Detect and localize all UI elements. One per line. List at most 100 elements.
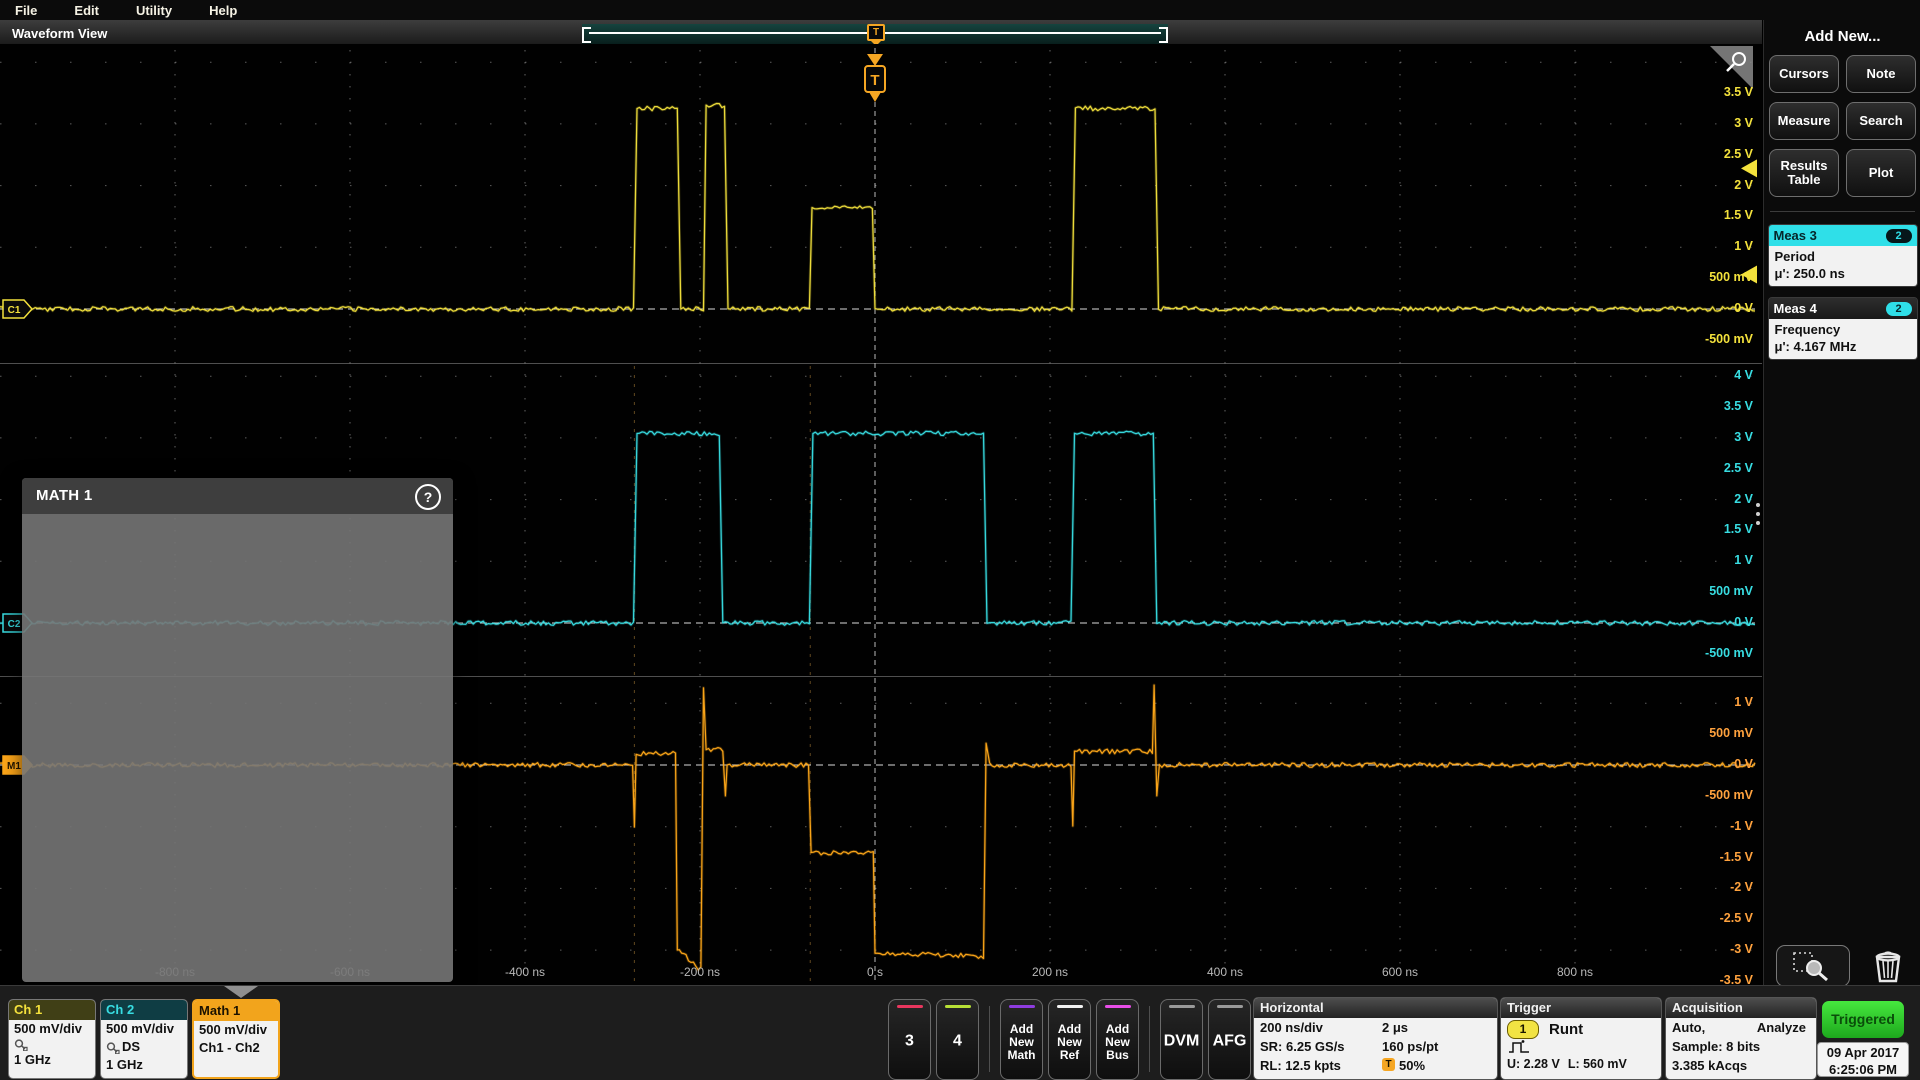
trigger-marker-arrow [867, 54, 883, 66]
trigger-marker-tail [869, 92, 881, 102]
button-label: Add New Math [1001, 1022, 1042, 1061]
menu-item-edit[interactable]: Edit [74, 3, 99, 18]
trigger-position-marker-top[interactable]: T [867, 24, 883, 44]
channel-badge-line: Ch1 - Ch2 [194, 1039, 278, 1057]
menu-bar: File Edit Utility Help [0, 0, 1920, 20]
add-new-plot-button[interactable]: Plot [1846, 149, 1916, 197]
button-color-stripe [945, 1005, 971, 1008]
probe-icon [14, 1038, 28, 1051]
horizontal-panel[interactable]: Horizontal 200 ns/div2 μsSR: 6.25 GS/s16… [1253, 997, 1498, 1080]
delete-trash-icon[interactable] [1871, 947, 1905, 985]
measurement-body: Periodμ': 250.0 ns [1769, 246, 1917, 286]
horizontal-row: RL: 12.5 kptsT50% [1254, 1056, 1497, 1075]
button-label: Add New Ref [1049, 1022, 1090, 1061]
dialog-callout-pointer [224, 986, 258, 998]
menu-item-help[interactable]: Help [209, 3, 237, 18]
x-axis-tick: -200 ns [665, 965, 735, 979]
channel-handle-label: C2 [8, 619, 21, 630]
y-axis-tick-ch1: 3.5 V [1679, 85, 1753, 99]
add-new-note-button[interactable]: Note [1846, 55, 1916, 93]
trigger-t-icon: T [867, 24, 885, 41]
y-axis-tick-math: 1 V [1679, 695, 1753, 709]
button-add-new-ref[interactable]: Add New Ref [1048, 999, 1091, 1080]
add-new-measure-button[interactable]: Measure [1769, 102, 1839, 140]
panel-divider-grip[interactable] [1753, 498, 1762, 530]
horizontal-row: 200 ns/div2 μs [1254, 1018, 1497, 1037]
x-axis-tick: 800 ns [1540, 965, 1610, 979]
ch1-trace[interactable] [0, 104, 1755, 312]
acquisition-title: Acquisition [1666, 998, 1816, 1018]
y-axis-tick-ch1: 3 V [1679, 116, 1753, 130]
measurement-header: Meas 32 [1769, 225, 1917, 246]
zoom-tool-button[interactable] [1776, 945, 1850, 987]
acq-sample: Sample: 8 bits [1666, 1037, 1816, 1056]
x-axis-tick: 400 ns [1190, 965, 1260, 979]
trigger-panel[interactable]: Trigger 1 Runt U: 2.28 V L: 560 mV [1500, 997, 1662, 1080]
button-add-new-math[interactable]: Add New Math [1000, 999, 1043, 1080]
y-axis-tick-ch1: 2.5 V [1679, 147, 1753, 161]
y-axis-tick-math: -2 V [1679, 880, 1753, 894]
button-color-stripe [1057, 1005, 1083, 1008]
oscilloscope-app: FileEditUtilityHelp Waveform View T TC1C… [0, 0, 1920, 1080]
dialog-header[interactable]: MATH 1 ? [22, 478, 453, 514]
overview-right-bracket [1159, 27, 1168, 43]
measurement-count-badge: 2 [1886, 229, 1912, 243]
button-color-stripe [1105, 1005, 1131, 1008]
measurement-type: Period [1775, 248, 1911, 265]
button-color-stripe [1169, 1005, 1195, 1008]
y-axis-tick-ch2: 0 V [1679, 615, 1753, 629]
trigger-upper-level: U: 2.28 V [1507, 1055, 1560, 1074]
channel-handle-label: M1 [7, 761, 21, 772]
horizontal-value: 200 ns/div [1260, 1018, 1382, 1037]
channel-badge-math1[interactable]: Math 1500 mV/divCh1 - Ch2 [192, 999, 280, 1079]
add-new-cursors-button[interactable]: Cursors [1769, 55, 1839, 93]
acq-count: 3.385 kAcqs [1666, 1056, 1816, 1075]
add-new-search-button[interactable]: Search [1846, 102, 1916, 140]
measurement-badge[interactable]: Meas 32Periodμ': 250.0 ns [1768, 224, 1918, 287]
button-color-stripe [897, 1005, 923, 1008]
bottom-settings-bar: Ch 1500 mV/div1 GHzCh 2500 mV/divDS1 GHz… [0, 985, 1920, 1080]
button-label: DVM [1161, 1034, 1202, 1047]
button-afg[interactable]: AFG [1208, 999, 1251, 1080]
trigger-level-arrow[interactable] [1741, 159, 1757, 177]
channel-badge-header: Ch 2 [101, 1000, 187, 1020]
channel-badge-line: 500 mV/div [9, 1020, 95, 1038]
overview-left-bracket [582, 27, 591, 43]
menu-item-file[interactable]: File [15, 3, 37, 18]
button-label: 4 [937, 1034, 978, 1047]
y-axis-tick-math: -1 V [1679, 819, 1753, 833]
runt-pulse-icon [1501, 1039, 1661, 1055]
x-axis-tick: 200 ns [1015, 965, 1085, 979]
sidebar-separator [1770, 211, 1915, 212]
horizontal-overview-bar[interactable]: T [582, 24, 1168, 44]
button-4[interactable]: 4 [936, 999, 979, 1080]
button-3[interactable]: 3 [888, 999, 931, 1080]
trigger-lower-level: L: 560 mV [1568, 1055, 1627, 1074]
menu-item-utility[interactable]: Utility [136, 3, 172, 18]
x-axis-tick: -400 ns [490, 965, 560, 979]
channel-badge-ch1[interactable]: Ch 1500 mV/div1 GHz [8, 999, 96, 1079]
add-new-button-grid: CursorsNoteMeasureSearchResults TablePlo… [1764, 55, 1920, 197]
channel-badge-header: Ch 1 [9, 1000, 95, 1020]
button-label: Add New Bus [1097, 1022, 1138, 1061]
y-axis-tick-ch2: 3.5 V [1679, 399, 1753, 413]
horizontal-value: 160 ps/pt [1382, 1037, 1438, 1056]
horizontal-row: SR: 6.25 GS/s160 ps/pt [1254, 1037, 1497, 1056]
button-add-new-bus[interactable]: Add New Bus [1096, 999, 1139, 1080]
horizontal-value: 50% [1399, 1056, 1425, 1075]
y-axis-tick-ch2: 3 V [1679, 430, 1753, 444]
channel-badge-ch2[interactable]: Ch 2500 mV/divDS1 GHz [100, 999, 188, 1079]
button-dvm[interactable]: DVM [1160, 999, 1203, 1080]
y-axis-tick-math: 500 mV [1679, 726, 1753, 740]
horizontal-title: Horizontal [1254, 998, 1497, 1018]
y-axis-tick-math: 0 V [1679, 757, 1753, 771]
help-icon[interactable]: ? [415, 484, 441, 510]
measurement-badge[interactable]: Meas 42Frequencyμ': 4.167 MHz [1768, 297, 1918, 360]
channel-badge-line: 500 mV/div [101, 1020, 187, 1038]
add-new-results-table-button[interactable]: Results Table [1769, 149, 1839, 197]
y-axis-tick-ch1: 0 V [1679, 301, 1753, 315]
acquisition-panel[interactable]: Acquisition Auto, Analyze Sample: 8 bits… [1665, 997, 1817, 1080]
datetime-box: 09 Apr 2017 6:25:06 PM [1817, 1042, 1909, 1077]
measurement-name: Meas 4 [1774, 301, 1817, 316]
measurement-header: Meas 42 [1769, 298, 1917, 319]
